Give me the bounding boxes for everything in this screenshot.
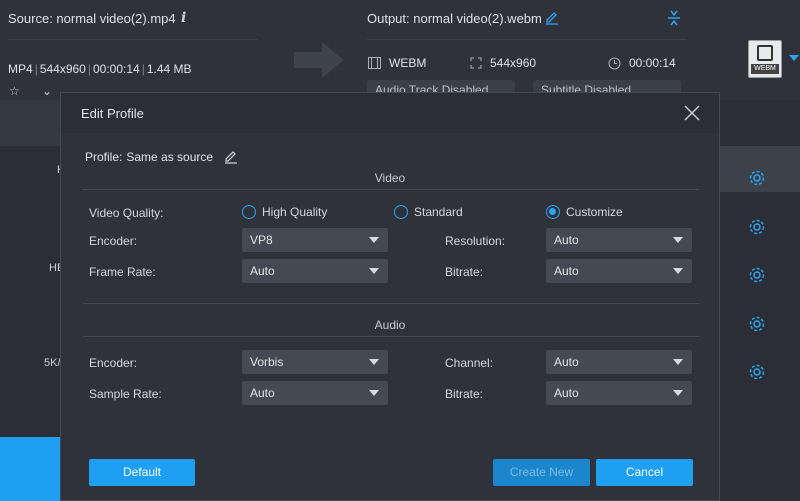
edit-profile-dialog: Edit Profile Profile: Same as source Vid… <box>60 92 720 501</box>
radio-standard[interactable]: Standard <box>394 205 463 219</box>
default-button[interactable]: Default <box>89 459 195 486</box>
audio-encoder-select[interactable]: Vorbis <box>242 350 388 374</box>
video-bitrate-label: Bitrate: <box>445 265 484 279</box>
format-thumbnail-label: WEBM <box>751 64 779 74</box>
source-resolution: 544x960 <box>39 62 86 76</box>
output-resolution: 544x960 <box>470 56 536 70</box>
edit-icon[interactable] <box>544 10 560 26</box>
divider <box>83 303 699 304</box>
radio-circle[interactable] <box>242 205 256 219</box>
chevron-down-icon[interactable] <box>789 55 799 61</box>
info-icon[interactable]: i <box>181 10 186 26</box>
radio-high-quality[interactable]: High Quality <box>242 205 327 219</box>
dialog-header: Edit Profile <box>61 93 719 133</box>
create-new-button[interactable]: Create New <box>493 459 590 486</box>
gear-icon[interactable] <box>748 266 766 284</box>
video-encoder-select[interactable]: VP8 <box>242 228 388 252</box>
chevron-down-icon <box>673 390 683 396</box>
output-format: WEBM <box>368 56 426 70</box>
output-format-text: WEBM <box>389 56 427 70</box>
gear-icon[interactable] <box>748 363 766 381</box>
source-size: 1.44 MB <box>146 62 192 76</box>
select-value: Auto <box>554 386 579 400</box>
radio-customize[interactable]: Customize <box>546 205 623 219</box>
compress-icon[interactable] <box>666 10 682 26</box>
channel-label: Channel: <box>445 356 494 370</box>
profile-value: Same as source <box>126 150 214 164</box>
source-format: MP4 <box>8 62 33 76</box>
converter-header: Source: normal video(2).mp4 i MP4 | 544x96… <box>0 0 800 100</box>
arrow-right-icon <box>294 42 344 78</box>
select-value: Auto <box>554 233 579 247</box>
profile-line: Profile: Same as source <box>85 149 239 165</box>
gear-icon[interactable] <box>748 218 766 236</box>
output-resolution-text: 544x960 <box>490 56 537 70</box>
video-bitrate-select[interactable]: Auto <box>546 259 692 283</box>
chevron-down-icon <box>673 268 683 274</box>
chevron-down-icon <box>369 390 379 396</box>
chevron-down-icon <box>369 237 379 243</box>
audio-section-title: Audio <box>374 318 406 332</box>
video-section-title: Video <box>374 171 406 185</box>
chevron-down-icon <box>673 359 683 365</box>
divider <box>83 189 699 190</box>
radio-label: Standard <box>414 205 463 219</box>
resolution-label: Resolution: <box>445 234 506 248</box>
radio-label: Customize <box>566 205 623 219</box>
list-item-label: 5K/ <box>44 357 61 369</box>
profile-label: Profile: <box>85 150 123 164</box>
convert-button-partial[interactable] <box>0 437 60 501</box>
output-title: Output: normal video(2).webm <box>367 11 542 26</box>
chevron-down-icon <box>673 237 683 243</box>
select-value: Auto <box>250 386 275 400</box>
select-value: VP8 <box>250 233 273 247</box>
chevron-down-icon[interactable]: ⌄ <box>42 84 52 98</box>
close-icon[interactable] <box>683 104 701 122</box>
audio-bitrate-select[interactable]: Auto <box>546 381 692 405</box>
film-icon <box>757 45 773 61</box>
settings-column <box>720 100 800 501</box>
divider <box>367 39 687 40</box>
source-title: Source: normal video(2).mp4 <box>8 11 176 26</box>
frame-rate-label: Frame Rate: <box>89 265 156 279</box>
select-value: Auto <box>250 264 275 278</box>
resolution-select[interactable]: Auto <box>546 228 692 252</box>
channel-select[interactable]: Auto <box>546 350 692 374</box>
video-encoder-label: Encoder: <box>89 234 138 248</box>
source-duration: 00:00:14 <box>92 62 140 76</box>
output-duration-text: 00:00:14 <box>629 56 676 70</box>
audio-bitrate-label: Bitrate: <box>445 387 484 401</box>
radio-circle-selected[interactable] <box>546 205 560 219</box>
video-quality-label: Video Quality: <box>89 206 164 220</box>
audio-encoder-label: Encoder: <box>89 356 138 370</box>
gear-icon[interactable] <box>748 169 766 187</box>
select-value: Auto <box>554 355 579 369</box>
gear-icon[interactable] <box>748 315 766 333</box>
select-value: Vorbis <box>250 355 284 369</box>
resize-icon <box>470 57 482 69</box>
star-icon[interactable]: ☆ <box>9 84 20 98</box>
divider <box>8 39 258 40</box>
frame-rate-select[interactable]: Auto <box>242 259 388 283</box>
radio-label: High Quality <box>262 205 328 219</box>
chevron-down-icon <box>369 359 379 365</box>
film-icon <box>368 57 381 69</box>
sample-rate-label: Sample Rate: <box>89 387 162 401</box>
select-value: Auto <box>554 264 579 278</box>
sample-rate-select[interactable]: Auto <box>242 381 388 405</box>
source-meta: MP4 | 544x960 | 00:00:14 | 1.44 MB <box>8 62 192 76</box>
radio-circle[interactable] <box>394 205 408 219</box>
cancel-button[interactable]: Cancel <box>596 459 693 486</box>
clock-icon <box>608 57 621 69</box>
chevron-down-icon <box>369 268 379 274</box>
list-item-selected[interactable] <box>0 100 60 146</box>
output-duration: 00:00:14 <box>608 56 676 70</box>
edit-icon[interactable] <box>223 149 239 165</box>
divider <box>83 336 699 337</box>
dialog-title: Edit Profile <box>81 106 144 121</box>
format-thumbnail[interactable]: WEBM <box>748 40 782 78</box>
